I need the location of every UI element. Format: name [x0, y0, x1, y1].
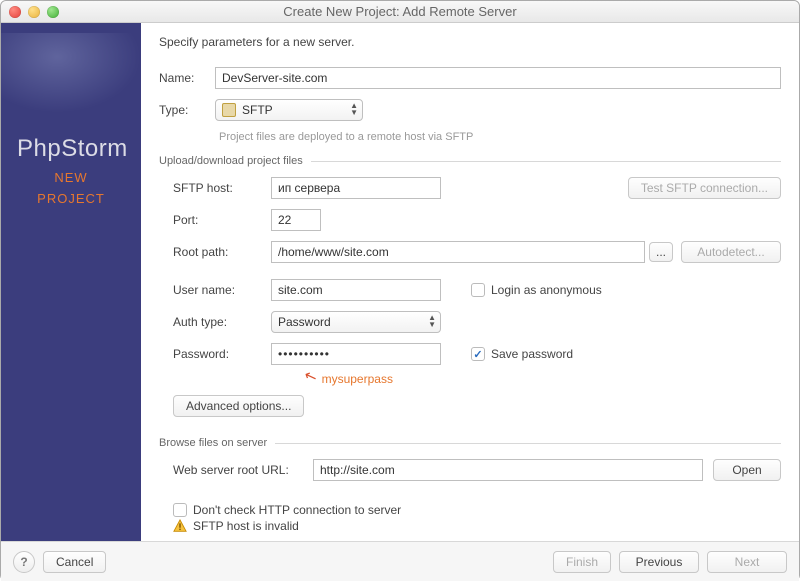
anonymous-checkbox[interactable] [471, 283, 485, 297]
open-button[interactable]: Open [713, 459, 781, 481]
upload-legend: Upload/download project files [159, 155, 311, 167]
wizard-sidebar: PhpStorm NEW PROJECT [1, 23, 141, 541]
auth-type-select[interactable]: Password ▲▼ [271, 311, 441, 333]
name-input[interactable] [215, 67, 781, 89]
titlebar: Create New Project: Add Remote Server [1, 1, 799, 23]
warning-text: SFTP host is invalid [193, 519, 299, 533]
warning-icon [173, 519, 187, 533]
type-value: SFTP [242, 103, 273, 117]
browse-group: Browse files on server Web server root U… [159, 437, 781, 533]
help-button[interactable]: ? [13, 551, 35, 573]
web-url-input[interactable] [313, 459, 703, 481]
web-url-label: Web server root URL: [173, 463, 313, 477]
arrow-icon: ↖ [302, 366, 320, 387]
intro-text: Specify parameters for a new server. [159, 35, 781, 49]
sftp-icon [222, 103, 236, 117]
chevron-updown-icon: ▲▼ [350, 102, 358, 116]
sftp-host-input[interactable] [271, 177, 441, 199]
port-input[interactable] [271, 209, 321, 231]
browse-legend: Browse files on server [159, 437, 275, 449]
username-label: User name: [173, 283, 271, 297]
password-annotation: ↖mysuperpass [305, 369, 781, 387]
sftp-host-label: SFTP host: [173, 181, 271, 195]
name-label: Name: [159, 71, 215, 85]
next-button[interactable]: Next [707, 551, 787, 573]
previous-button[interactable]: Previous [619, 551, 699, 573]
product-name: PhpStorm [17, 135, 128, 163]
autodetect-button[interactable]: Autodetect... [681, 241, 781, 263]
upload-group: Upload/download project files SFTP host:… [159, 155, 781, 427]
auth-type-label: Auth type: [173, 315, 271, 329]
cancel-button[interactable]: Cancel [43, 551, 106, 573]
save-password-checkbox[interactable] [471, 347, 485, 361]
type-select[interactable]: SFTP ▲▼ [215, 99, 363, 121]
main-panel: Specify parameters for a new server. Nam… [141, 23, 799, 541]
dont-check-label: Don't check HTTP connection to server [193, 503, 401, 517]
username-input[interactable] [271, 279, 441, 301]
advanced-options-button[interactable]: Advanced options... [173, 395, 304, 417]
test-connection-button[interactable]: Test SFTP connection... [628, 177, 781, 199]
save-password-label: Save password [491, 347, 573, 361]
password-input[interactable] [271, 343, 441, 365]
dont-check-checkbox[interactable] [173, 503, 187, 517]
type-label: Type: [159, 103, 215, 117]
chevron-updown-icon: ▲▼ [428, 314, 436, 328]
port-label: Port: [173, 213, 271, 227]
type-hint: Project files are deployed to a remote h… [219, 131, 781, 143]
anonymous-label: Login as anonymous [491, 283, 602, 297]
root-path-label: Root path: [173, 245, 271, 259]
wizard-step-label: NEW PROJECT [1, 168, 141, 210]
auth-type-value: Password [278, 315, 331, 329]
password-label: Password: [173, 347, 271, 361]
browse-button[interactable]: ... [649, 242, 673, 262]
finish-button[interactable]: Finish [553, 551, 611, 573]
root-path-input[interactable] [271, 241, 645, 263]
footer: ? Cancel Finish Previous Next [1, 541, 799, 581]
window-title: Create New Project: Add Remote Server [1, 4, 799, 19]
